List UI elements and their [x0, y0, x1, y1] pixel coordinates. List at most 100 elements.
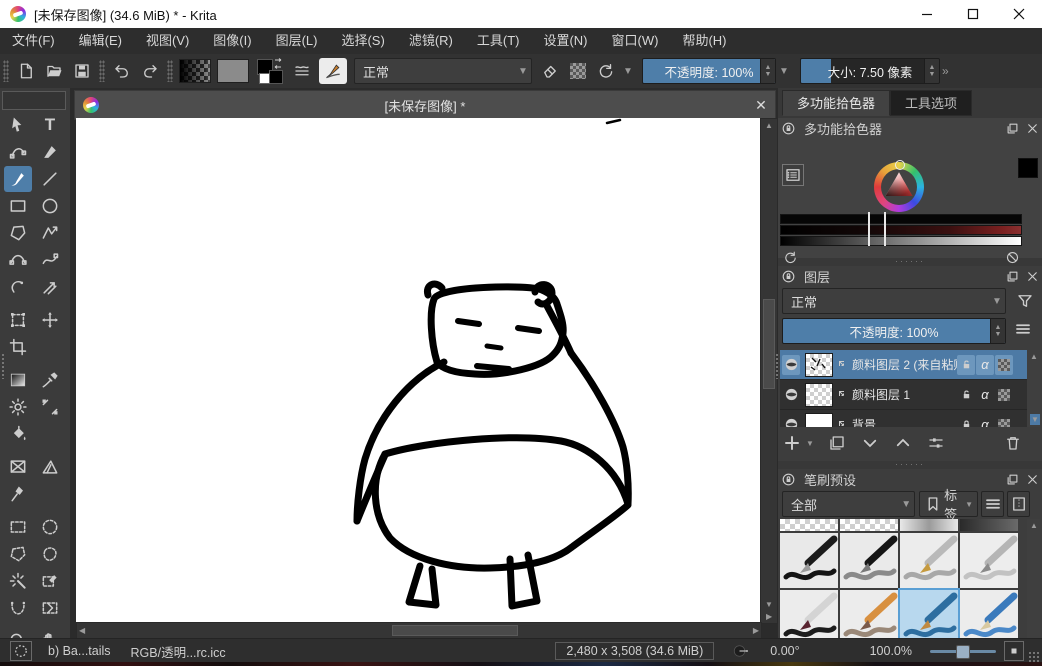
brush-preset-partial[interactable] [780, 519, 838, 531]
new-document-button[interactable] [13, 58, 39, 84]
current-color-swatch[interactable] [1018, 158, 1038, 178]
tool-move[interactable] [36, 307, 64, 333]
layer-properties-button[interactable] [923, 430, 949, 456]
tool-freehand-brush[interactable] [4, 166, 32, 192]
tool-colorize-mask[interactable] [36, 394, 64, 420]
float-panel-icon[interactable] [1002, 269, 1022, 284]
menu-item-1[interactable]: 编辑(E) [67, 28, 134, 54]
redo-button[interactable] [137, 58, 163, 84]
tool-pattern-edit[interactable] [4, 394, 32, 420]
brush-preset-partial[interactable] [840, 519, 898, 531]
layer-alpha-icon[interactable]: α [976, 415, 994, 428]
panel-lock-icon[interactable] [778, 472, 798, 487]
menu-item-4[interactable]: 图层(L) [264, 28, 330, 54]
right-splitter-handle[interactable] [775, 353, 779, 379]
tool-multibrush[interactable] [36, 274, 64, 300]
brush-preset-partial[interactable] [900, 519, 958, 531]
open-document-button[interactable] [41, 58, 67, 84]
canvas-angle[interactable]: 0.00° [770, 644, 799, 658]
move-layer-up-button[interactable] [890, 430, 916, 456]
float-panel-icon[interactable] [1002, 472, 1022, 487]
storage-button[interactable] [1007, 491, 1030, 517]
tool-freehand-select[interactable] [36, 541, 64, 567]
tool-crop[interactable] [4, 334, 32, 360]
pattern-chooser[interactable] [217, 59, 249, 83]
zoom-slider[interactable] [930, 650, 996, 653]
tag-button[interactable]: 标签 ▼ [919, 491, 978, 517]
scroll-up-icon[interactable]: ▲ [1030, 352, 1038, 361]
horizontal-scrollbar[interactable]: ◀ ▶ [76, 622, 762, 639]
current-brush-name[interactable]: b) Ba...tails [48, 644, 111, 658]
tool-enclose-fill[interactable] [4, 454, 32, 480]
add-layer-button[interactable] [779, 430, 805, 456]
tool-bezier-select[interactable] [36, 568, 64, 594]
panel-splitter[interactable]: ······ [778, 258, 1042, 264]
scroll-right-icon[interactable]: ▶ [753, 626, 759, 635]
layer-filter-button[interactable] [1012, 288, 1038, 314]
tool-calligraphy[interactable] [36, 139, 64, 165]
tool-color-sampler[interactable] [36, 367, 64, 393]
preserve-alpha-button[interactable] [565, 58, 591, 84]
layer-scrollbar[interactable]: ▲ ▼ [1027, 350, 1040, 427]
layer-alpha-icon[interactable]: α [976, 385, 994, 405]
brush-preset-4[interactable] [780, 590, 838, 645]
toolbox-header[interactable] [2, 91, 66, 110]
layer-thumbnail[interactable] [805, 413, 833, 428]
layer-row-0[interactable]: 颜料图层 2 (来自粘贴)α [780, 350, 1028, 380]
brush-editor-button[interactable] [319, 58, 347, 84]
eraser-mode-button[interactable] [537, 58, 563, 84]
tool-poly-select[interactable] [4, 541, 32, 567]
panel-splitter[interactable]: ······ [778, 461, 1042, 467]
layer-row-2[interactable]: 背景α [780, 410, 1028, 427]
brush-preset-5[interactable] [840, 590, 898, 645]
presets-menu-button[interactable] [981, 491, 1004, 517]
tool-rectangle[interactable] [4, 193, 32, 219]
layer-thumbnail[interactable] [805, 383, 833, 407]
color-sliders[interactable] [780, 214, 1022, 247]
tool-dynamic-brush[interactable] [4, 274, 32, 300]
close-button[interactable] [996, 0, 1042, 28]
color-slider-handle[interactable] [868, 212, 886, 246]
toolbar-grip[interactable] [3, 60, 9, 82]
zoom-level[interactable]: 100.0% [870, 644, 912, 658]
tool-ellipse-select[interactable] [36, 514, 64, 540]
menu-item-9[interactable]: 窗口(W) [600, 28, 671, 54]
zoom-to-100-button[interactable] [1004, 641, 1024, 661]
tab-tool-options[interactable]: 工具选项 [890, 90, 972, 116]
foreground-background-colors[interactable] [256, 58, 284, 84]
brush-filter-combo[interactable]: 全部 ▼ [782, 491, 915, 517]
layer-inherit-alpha-icon[interactable] [995, 415, 1013, 428]
brush-preset-6[interactable] [900, 590, 958, 645]
layer-menu-button[interactable] [1014, 320, 1038, 338]
blend-mode-combo[interactable]: 正常 ▼ [354, 58, 532, 84]
selection-display-button[interactable] [10, 641, 32, 661]
menu-item-7[interactable]: 工具(T) [465, 28, 532, 54]
brush-preset-0[interactable] [780, 533, 838, 588]
brush-settings-button[interactable] [289, 58, 315, 84]
save-button[interactable] [69, 58, 95, 84]
layer-lock-icon[interactable] [957, 415, 975, 428]
menu-item-10[interactable]: 帮助(H) [670, 28, 738, 54]
add-layer-dropdown[interactable]: ▼ [806, 439, 814, 448]
scroll-up-icon[interactable]: ▲ [765, 121, 773, 130]
tool-enclose-select[interactable] [36, 595, 64, 621]
tool-bezier-curve[interactable] [4, 247, 32, 273]
layer-blend-mode-combo[interactable]: 正常 ▼ [782, 288, 1006, 314]
layer-visibility-icon[interactable] [782, 415, 800, 428]
menu-item-5[interactable]: 选择(S) [329, 28, 396, 54]
brush-preset-3[interactable] [960, 533, 1018, 588]
menu-item-8[interactable]: 设置(N) [531, 28, 599, 54]
duplicate-layer-button[interactable] [824, 430, 850, 456]
tool-polyline[interactable] [36, 220, 64, 246]
scroll-right-icon[interactable]: ▶ [766, 612, 772, 621]
delete-layer-button[interactable] [1000, 430, 1026, 456]
menu-item-3[interactable]: 图像(I) [201, 28, 263, 54]
tool-freehand-path[interactable] [36, 247, 64, 273]
scroll-left-icon[interactable]: ◀ [79, 626, 85, 635]
toolbar-grip[interactable] [99, 60, 105, 82]
menu-item-0[interactable]: 文件(F) [0, 28, 67, 54]
tool-text[interactable]: T [36, 112, 64, 138]
layer-unlock-icon[interactable] [957, 355, 975, 375]
document-close-icon[interactable]: ✕ [747, 97, 775, 114]
brush-preset-partial[interactable] [960, 519, 1018, 531]
